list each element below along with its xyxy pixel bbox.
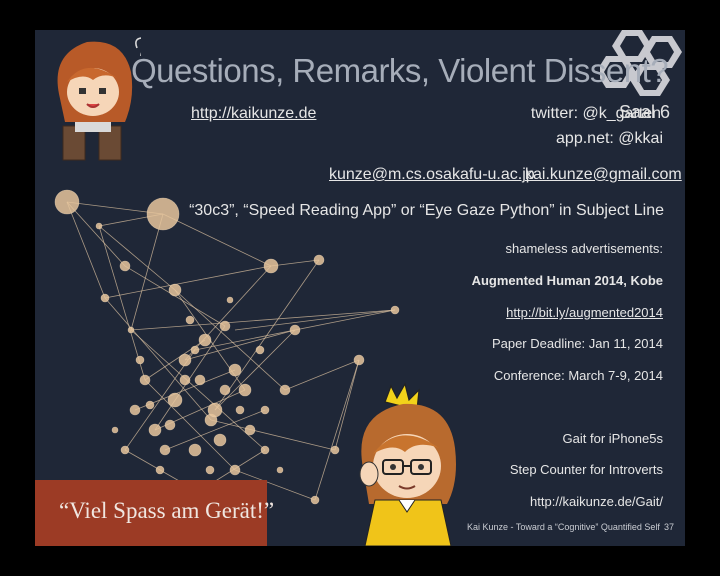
website-link[interactable]: http://kaikunze.de (191, 105, 316, 123)
quote-banner-text: “Viel Spass am Gerät!” (59, 498, 275, 523)
quote-banner: “Viel Spass am Gerät!” (35, 480, 274, 546)
conference-link[interactable]: http://bit.ly/augmented2014 (506, 305, 663, 320)
page-number: 37 (664, 522, 675, 532)
pointing-girl-illustration (359, 382, 456, 546)
reading-girl-illustration (57, 37, 141, 161)
email-gmail-link[interactable]: kai.kunze@gmail.com (525, 166, 682, 184)
gait-subtitle: Step Counter for Introverts (509, 462, 663, 477)
slide-title: Questions, Remarks, Violent Dissent? (131, 52, 669, 89)
ads-heading: shameless advertisements: (505, 241, 663, 256)
paper-deadline: Paper Deadline: Jan 11, 2014 (491, 336, 663, 351)
conference-name: Augmented Human 2014, Kobe (471, 273, 663, 288)
appnet-handle: app.net: @kkai (556, 130, 663, 147)
conference-dates: Conference: March 7-9, 2014 (493, 368, 663, 383)
twitter-handle: twitter: @k_garten (530, 105, 661, 122)
slide: Saal 6 Questions, Remarks, Violent Disse… (35, 30, 685, 546)
gait-link[interactable]: http://kaikunze.de/Gait/ (530, 494, 663, 509)
footer-text: Kai Kunze - Toward a “Cognitive” Quantif… (467, 522, 660, 532)
email-university-link[interactable]: kunze@m.cs.osakafu-u.ac.jp (329, 166, 535, 184)
gait-title: Gait for iPhone5s (562, 431, 663, 446)
subject-line-text: “30c3”, “Speed Reading App” or “Eye Gaze… (189, 202, 664, 219)
